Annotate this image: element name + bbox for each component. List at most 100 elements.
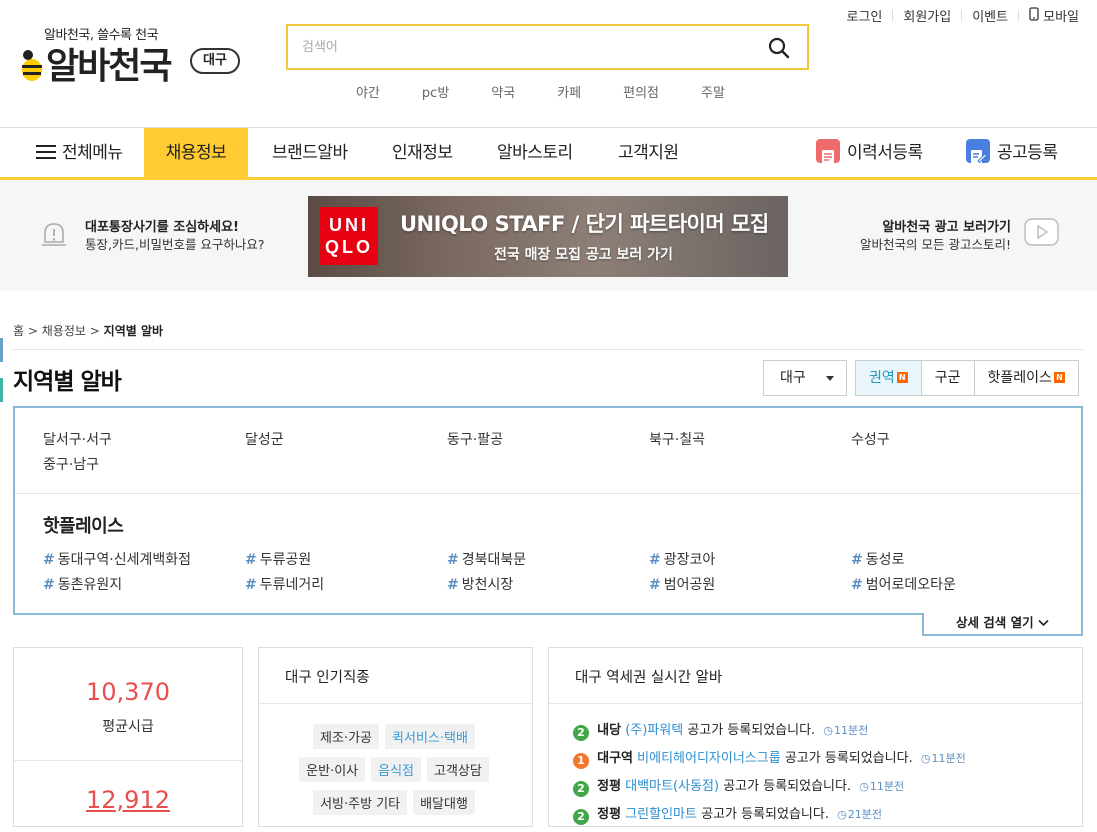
job-tag[interactable]: 음식점	[371, 757, 422, 782]
play-icon[interactable]	[1024, 218, 1059, 250]
tab-district[interactable]: 구군	[922, 361, 975, 395]
all-menu-label: 전체메뉴	[62, 143, 123, 163]
resume-icon	[816, 139, 840, 164]
mobile-link[interactable]: 모바일	[1043, 6, 1079, 25]
breadcrumb-jobs[interactable]: 채용정보	[42, 324, 86, 338]
region-link[interactable]: 중구·남구	[43, 453, 245, 478]
logo[interactable]: 알바천국	[20, 40, 172, 87]
realtime-jobs-card: 대구 역세권 실시간 알바 2 내당 (주)파워텍 공고가 등록되었습니다. ◷…	[548, 647, 1083, 827]
main-navigation: 전체메뉴 채용정보 브랜드알바 인재정보 알바스토리 고객지원 이력서등록 공고…	[0, 127, 1097, 180]
average-wage-value: 10,370	[86, 678, 170, 706]
region-link[interactable]: 수성구	[851, 428, 1053, 453]
region-link[interactable]: 동구·팔공	[447, 428, 649, 453]
caret-down-icon	[826, 376, 834, 381]
hotplace-link[interactable]: # 범어공원	[649, 573, 851, 598]
nav-item-brand[interactable]: 브랜드알바	[272, 128, 348, 178]
header: 알바천국, 쓸수록 천국 알바천국 대구 야간 pc방 약국 카페 편의점 주말…	[0, 0, 1097, 127]
line-number-badge: 1	[573, 753, 589, 769]
keyword-link[interactable]: 약국	[491, 82, 515, 101]
region-list-box: 달서구·서구 달성군 동구·팔공 북구·칠곡 수성구 중구·남구 핫플레이스 #…	[13, 406, 1083, 615]
clock-icon: ◷	[837, 808, 847, 821]
search-input[interactable]	[302, 35, 742, 59]
event-link[interactable]: 이벤트	[972, 6, 1008, 25]
nav-item-support[interactable]: 고객지원	[618, 128, 679, 178]
nav-item-talent[interactable]: 인재정보	[392, 128, 453, 178]
side-tab	[0, 338, 3, 408]
detail-search-toggle[interactable]: 상세 검색 열기	[922, 613, 1083, 636]
utility-menu: 로그인 회원가입 이벤트 모바일	[846, 6, 1079, 25]
line-number-badge: 2	[573, 781, 589, 797]
search-icon[interactable]	[767, 36, 791, 60]
job-post-button[interactable]: 공고등록	[966, 128, 1058, 178]
resume-register-button[interactable]: 이력서등록	[816, 128, 923, 178]
login-link[interactable]: 로그인	[846, 6, 882, 25]
signup-link[interactable]: 회원가입	[903, 6, 951, 25]
uniqlo-logo: UNI QLO	[320, 207, 378, 265]
line-number-badge: 2	[573, 809, 589, 825]
hotplace-link[interactable]: # 방천시장	[447, 573, 649, 598]
keyword-link[interactable]: 야간	[356, 82, 380, 101]
wage-value-2[interactable]: 12,912	[14, 786, 242, 814]
divider	[14, 760, 242, 761]
region-select[interactable]: 대구	[763, 360, 847, 396]
region-link[interactable]: 달성군	[245, 428, 447, 453]
realtime-item[interactable]: 2 정평 그린할인마트 공고가 등록되었습니다. ◷21분전	[573, 804, 1083, 832]
ad-subtitle: 전국 매장 모집 공고 보러 가기	[494, 247, 673, 263]
job-tag[interactable]: 배달대행	[413, 790, 475, 815]
hotplace-link[interactable]: # 두류공원	[245, 548, 447, 573]
job-tag[interactable]: 퀵서비스·택배	[385, 724, 475, 749]
hotplace-title: 핫플레이스	[43, 516, 124, 537]
keyword-link[interactable]: pc방	[422, 82, 449, 101]
hotplace-link[interactable]: # 광장코아	[649, 548, 851, 573]
tab-hotplace[interactable]: 핫플레이스 N	[975, 361, 1078, 395]
realtime-item[interactable]: 2 내당 (주)파워텍 공고가 등록되었습니다. ◷11분전	[573, 720, 1083, 748]
post-icon	[966, 139, 990, 164]
region-badge[interactable]: 대구	[190, 48, 240, 74]
realtime-item[interactable]: 1 대구역 비에티헤어디자이너스그룹 공고가 등록되었습니다. ◷11분전	[573, 748, 1083, 776]
popular-jobs-card: 대구 인기직종 제조·가공 퀵서비스·택배 운반·이사 음식점 고객상담 서빙·…	[258, 647, 533, 827]
hotplace-link[interactable]: # 동촌유원지	[43, 573, 245, 598]
hotplace-link[interactable]: # 범어로데오타운	[851, 573, 1053, 598]
chevron-down-icon	[1038, 615, 1049, 630]
hotplace-link[interactable]: # 경북대북문	[447, 548, 649, 573]
realtime-title: 대구 역세권 실시간 알바	[575, 670, 723, 686]
hotplace-link[interactable]: # 두류네거리	[245, 573, 447, 598]
region-grid: 달서구·서구 달성군 동구·팔공 북구·칠곡 수성구 중구·남구	[43, 428, 1063, 478]
uniqlo-ad-banner[interactable]: UNI QLO UNIQLO STAFF / 단기 파트타이머 모집 전국 매장 …	[308, 196, 788, 277]
hotplace-link[interactable]: # 동성로	[851, 548, 1053, 573]
keyword-link[interactable]: 카페	[557, 82, 581, 101]
job-tag[interactable]: 고객상담	[427, 757, 489, 782]
new-badge: N	[1053, 371, 1065, 383]
ad-story-title[interactable]: 알바천국 광고 보러가기	[882, 216, 1011, 235]
page-title: 지역별 알바	[13, 369, 122, 395]
resume-register-label: 이력서등록	[847, 143, 923, 163]
divider	[259, 703, 532, 704]
job-tag[interactable]: 제조·가공	[313, 724, 380, 749]
breadcrumb: 홈 > 채용정보 > 지역별 알바	[13, 324, 164, 338]
region-link[interactable]: 북구·칠곡	[649, 428, 851, 453]
nav-item-story[interactable]: 알바스토리	[497, 128, 573, 178]
popular-keywords: 야간 pc방 약국 카페 편의점 주말	[356, 82, 767, 101]
clock-icon: ◷	[823, 724, 833, 737]
fraud-warning-title: 대포통장사기를 조심하세요!	[85, 220, 239, 235]
keyword-link[interactable]: 편의점	[623, 82, 659, 101]
logo-text: 알바천국	[46, 46, 172, 87]
region-link[interactable]: 달서구·서구	[43, 428, 245, 453]
breadcrumb-home[interactable]: 홈	[13, 324, 24, 338]
job-post-label: 공고등록	[997, 143, 1058, 163]
nav-item-jobs[interactable]: 채용정보	[144, 128, 248, 178]
line-number-badge: 2	[573, 725, 589, 741]
hotplace-link[interactable]: # 동대구역·신세계백화점	[43, 548, 245, 573]
region-tabs: 권역 N 구군 핫플레이스 N	[855, 360, 1079, 396]
clock-icon: ◷	[920, 752, 931, 765]
divider	[892, 10, 894, 21]
all-menu-button[interactable]: 전체메뉴	[36, 128, 123, 178]
hamburger-icon	[36, 145, 56, 159]
job-tag[interactable]: 서빙·주방 기타	[313, 790, 408, 815]
tab-area[interactable]: 권역 N	[856, 361, 922, 395]
banner-area: 대포통장사기를 조심하세요! 통장,카드,비밀번호를 요구하나요? UNI QLO…	[0, 180, 1097, 291]
job-tag[interactable]: 운반·이사	[299, 757, 366, 782]
ad-story-text: 알바천국의 모든 광고스토리!	[860, 237, 1011, 252]
keyword-link[interactable]: 주말	[701, 82, 725, 101]
realtime-item[interactable]: 2 정평 대백마트(사동점) 공고가 등록되었습니다. ◷11분전	[573, 776, 1083, 804]
